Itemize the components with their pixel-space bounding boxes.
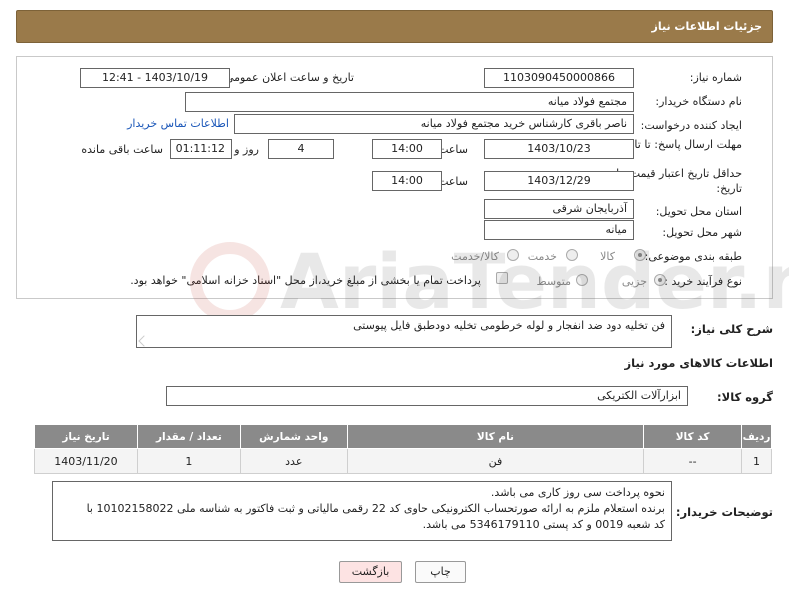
time-remaining-field: 01:11:12 <box>170 139 232 159</box>
deadline-time-field: 14:00 <box>372 139 442 159</box>
description-field: فن تخلیه دود ضد انفجار و لوله خرطومی تخل… <box>136 315 672 348</box>
page-header: جزئیات اطلاعات نیاز <box>16 10 773 43</box>
cell-item-name: فن <box>346 448 645 474</box>
goods-group-label: گروه کالا: <box>717 390 773 404</box>
buyer-notes-field: نحوه پرداخت سی روز کاری می باشد. برنده ا… <box>52 481 672 541</box>
category-goods-service-label: کالا/خدمت <box>451 250 499 263</box>
treasury-payment-checkbox[interactable] <box>496 272 508 284</box>
process-minor-radio[interactable] <box>654 274 666 286</box>
city-field: میانه <box>484 220 634 240</box>
col-header-need-date: تاریخ نیاز <box>34 424 138 449</box>
category-goods-radio[interactable] <box>634 249 646 261</box>
print-button[interactable]: چاپ <box>415 561 466 583</box>
announce-date-field: 1403/10/19 - 12:41 <box>80 68 230 88</box>
announce-date-label: تاریخ و ساعت اعلان عمومی: <box>221 71 354 84</box>
category-label: طبقه بندی موضوعی: <box>644 250 742 263</box>
treasury-payment-note: پرداخت تمام یا بخشی از مبلغ خرید،از محل … <box>130 274 481 287</box>
page-title: جزئیات اطلاعات نیاز <box>651 20 763 33</box>
time-remaining-label: ساعت باقی مانده <box>81 143 163 156</box>
table-header-row: ردیف کد کالا نام کالا واحد شمارش تعداد /… <box>34 424 772 449</box>
process-type-label: نوع فرآیند خرید : <box>664 275 742 288</box>
cell-need-date: 1403/11/20 <box>34 448 138 474</box>
buyer-notes-line: کد شعبه 0019 و کد پستی 5346179110 می باش… <box>422 518 665 531</box>
buyer-notes-label: توضیحات خریدار: <box>675 505 773 519</box>
validity-time-label: ساعت <box>438 175 468 188</box>
cell-quantity: 1 <box>136 448 241 474</box>
deadline-date-field: 1403/10/23 <box>484 139 634 159</box>
goods-group-field: ابزارآلات الکتریکی <box>166 386 688 406</box>
deadline-time-label: ساعت <box>438 143 468 156</box>
description-text: فن تخلیه دود ضد انفجار و لوله خرطومی تخل… <box>353 319 665 332</box>
col-header-quantity: تعداد / مقدار <box>136 424 241 449</box>
cell-item-code: -- <box>643 448 743 474</box>
process-minor-label: جزیی <box>621 275 647 288</box>
buyer-org-field: مجتمع فولاد میانه <box>185 92 634 112</box>
buyer-notes-line: برنده استعلام ملزم به ارائه صورتحساب الک… <box>86 502 665 515</box>
col-header-row-number: ردیف <box>741 424 772 449</box>
creator-label: ایجاد کننده درخواست: <box>640 119 742 132</box>
category-service-label: خدمت <box>527 250 557 263</box>
days-label: روز و <box>234 143 259 156</box>
col-header-unit: واحد شمارش <box>239 424 348 449</box>
days-remaining-field: 4 <box>268 139 334 159</box>
creator-field: ناصر باقری کارشناس خرید مجتمع فولاد میان… <box>234 114 634 134</box>
table-row[interactable]: 1 -- فن عدد 1 1403/11/20 <box>34 448 772 474</box>
goods-table: ردیف کد کالا نام کالا واحد شمارش تعداد /… <box>34 424 772 474</box>
col-header-item-code: کد کالا <box>643 424 743 449</box>
province-label: استان محل تحویل: <box>655 205 742 218</box>
buyer-org-label: نام دستگاه خریدار: <box>655 95 742 108</box>
validity-time-field: 14:00 <box>372 171 442 191</box>
cell-unit: عدد <box>239 448 348 474</box>
back-button[interactable]: بازگشت <box>339 561 402 583</box>
category-goods-service-radio[interactable] <box>507 249 519 261</box>
cell-row-number: 1 <box>741 448 772 474</box>
city-label: شهر محل تحویل: <box>662 226 742 239</box>
province-field: آذربایجان شرقی <box>484 199 634 219</box>
col-header-item-name: نام کالا <box>346 424 645 449</box>
category-goods-label: کالا <box>600 250 615 263</box>
process-medium-radio[interactable] <box>576 274 588 286</box>
buyer-notes-line: نحوه پرداخت سی روز کاری می باشد. <box>490 486 665 499</box>
resize-handle-icon[interactable] <box>138 335 150 347</box>
goods-section-title: اطلاعات کالاهای مورد نیاز <box>624 356 773 370</box>
process-medium-label: متوسط <box>536 275 571 288</box>
validity-date-field: 1403/12/29 <box>484 171 634 191</box>
description-label: شرح کلی نیاز: <box>690 322 773 336</box>
buyer-contact-link[interactable]: اطلاعات تماس خریدار <box>127 117 229 130</box>
need-number-label: شماره نیاز: <box>689 71 742 84</box>
need-number-field: 1103090450000866 <box>484 68 634 88</box>
category-service-radio[interactable] <box>566 249 578 261</box>
